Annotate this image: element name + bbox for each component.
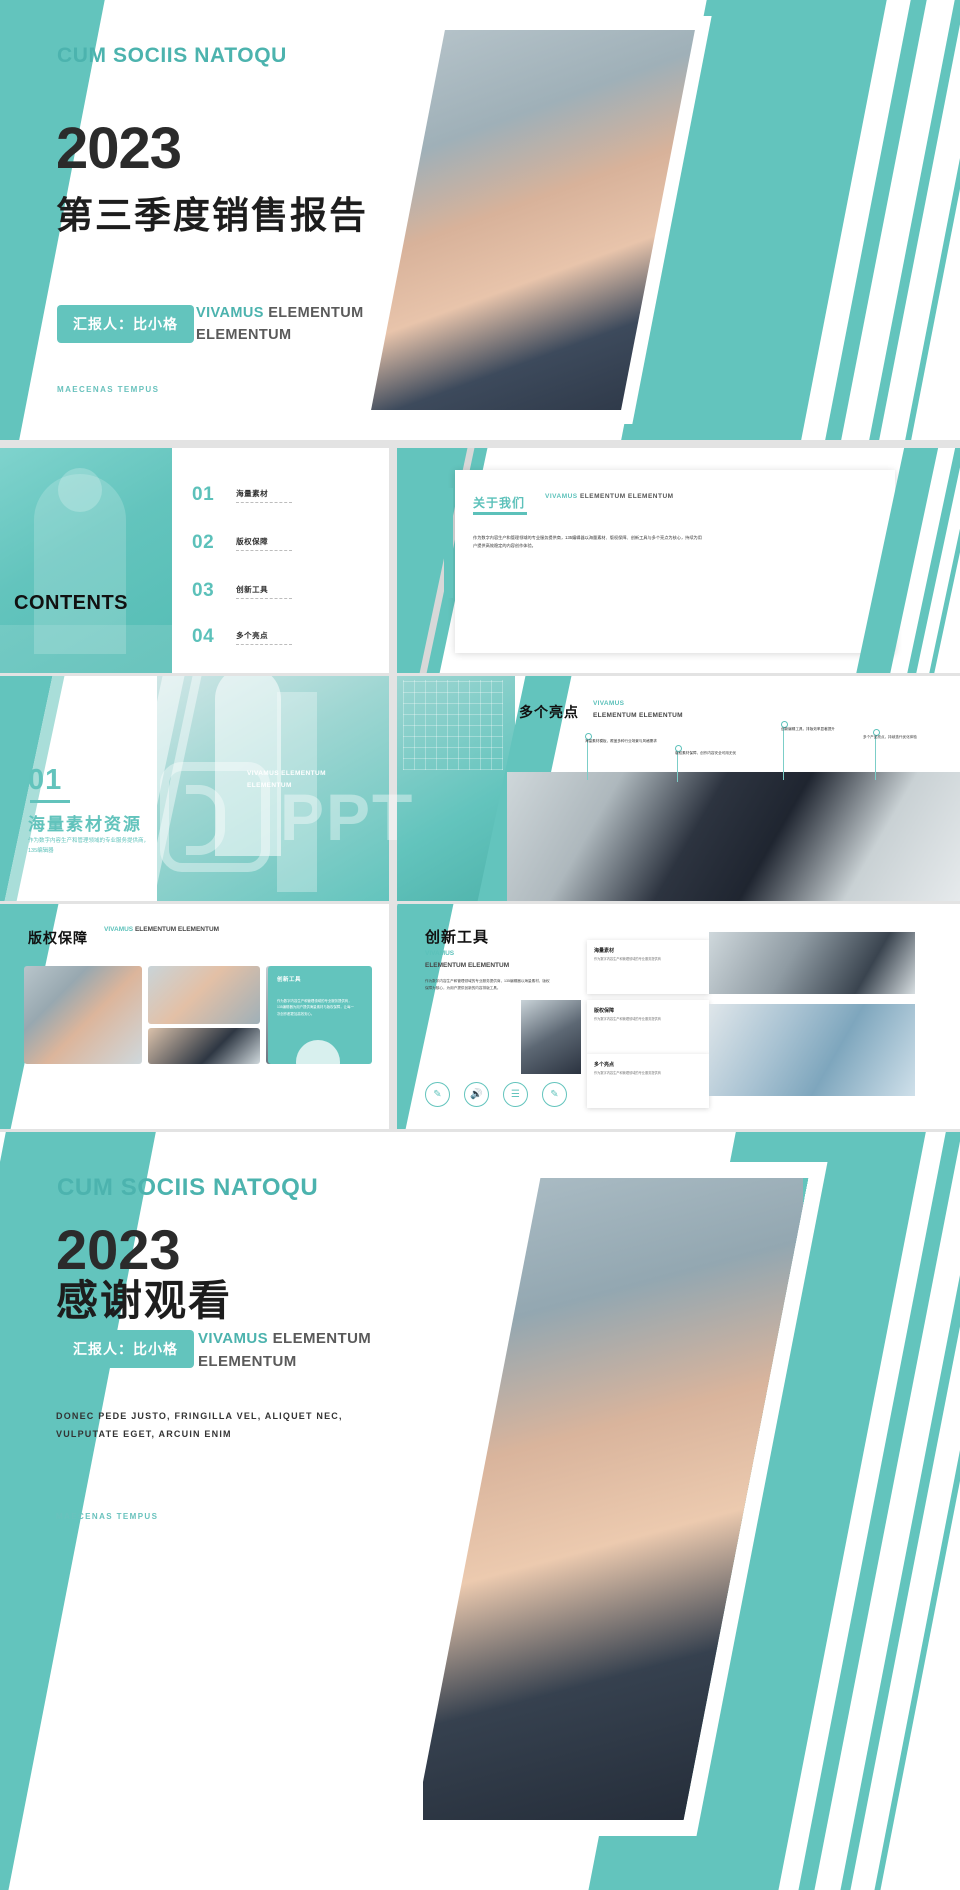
contents-photo	[0, 448, 172, 673]
slide-tools[interactable]: 创新工具 VIVAMUS ELEMENTUM ELEMENTUM 作为数字内容生产…	[397, 904, 960, 1129]
copyright-photo-1	[24, 966, 142, 1064]
cover-title: 第三季度销售报告	[56, 195, 368, 236]
thanks-year: 2023	[56, 1218, 181, 1281]
copyright-latin-lead: VIVAMUS	[104, 926, 134, 933]
slide-section-01[interactable]: 01 海量素材资源 作为数字内容生产和管理领域的专业服务提供商，135编辑器 V…	[0, 676, 389, 901]
ppt-template-preview: CUM SOCIIS NATOQU 2023 第三季度销售报告 汇报人：比小格 …	[0, 0, 960, 1890]
copyright-latin-rest: ELEMENTUM ELEMENTUM	[133, 926, 220, 933]
about-title: 关于我们	[473, 496, 526, 510]
cover-year: 2023	[56, 116, 182, 181]
highlights-caption: 海量素材模板，覆盖多种行业场景与风格需求	[585, 739, 657, 743]
tools-card-2[interactable]: 版权保障 作为数字内容生产和管理领域的专业服务提供商	[587, 1000, 709, 1054]
contents-heading: CONTENTS	[14, 592, 128, 614]
tools-card-body: 作为数字内容生产和管理领域的专业服务提供商	[594, 957, 661, 961]
thanks-footer: MAECENAS TEMPUS	[56, 1512, 159, 1521]
cover-presenter-badge: 汇报人：比小格	[57, 305, 194, 343]
contents-item-number: 01	[192, 484, 215, 505]
section-desc: 作为数字内容生产和管理领域的专业服务提供商，135编辑器	[28, 838, 150, 855]
contents-item-label: 海量素材	[236, 488, 293, 503]
contents-item-number: 03	[192, 580, 215, 601]
contents-item-4[interactable]: 04 多个亮点	[192, 626, 293, 648]
about-latin-lead: VIVAMUS	[545, 493, 578, 500]
contents-item-label: 创新工具	[236, 584, 293, 599]
cover-eyebrow: CUM SOCIIS NATOQU	[57, 44, 287, 67]
thanks-presenter-badge: 汇报人：比小格	[57, 1330, 194, 1368]
edit-square-icon[interactable]: ✎	[542, 1082, 567, 1107]
contents-item-3[interactable]: 03 创新工具	[192, 580, 293, 602]
tools-photo-3	[709, 1004, 915, 1096]
highlights-caption: 创新编辑工具，排版效率显著提升	[781, 727, 835, 731]
about-title-underline	[473, 512, 527, 515]
about-latin-rest: ELEMENTUM ELEMENTUM	[577, 493, 674, 500]
tools-latin-line: VIVAMUS ELEMENTUM ELEMENTUM	[425, 948, 585, 971]
contents-item-number: 04	[192, 626, 215, 647]
contents-item-number: 02	[192, 532, 215, 553]
thanks-title: 感谢观看	[56, 1277, 233, 1324]
contents-item-label: 版权保障	[236, 536, 293, 551]
copyright-title: 版权保障	[28, 930, 88, 946]
thanks-latin-lead: VIVAMUS	[198, 1330, 269, 1347]
copyright-photo-2	[148, 966, 260, 1024]
slide-thanks[interactable]: CUM SOCIIS NATOQU 2023 感谢观看 汇报人：比小格 VIVA…	[0, 1132, 960, 1890]
copyright-card-circle	[296, 1040, 340, 1064]
tools-card-3[interactable]: 多个亮点 作为数字内容生产和管理领域的专业服务提供商	[587, 1054, 709, 1108]
about-accent-bar	[444, 488, 453, 598]
copyright-card-title: 创新工具	[277, 977, 302, 983]
tools-card-heading: 海量素材	[594, 948, 615, 954]
slide-highlights[interactable]: 多个亮点 VIVAMUS ELEMENTUM ELEMENTUM 海量素材模板，覆…	[397, 676, 960, 901]
copyright-card-body: 作为数字内容生产和管理领域的专业服务提供商，135编辑器为用户提供海量素材与版权…	[277, 999, 354, 1016]
tools-icon-row: ✎ 🔊 ☰ ✎	[425, 1082, 567, 1107]
tools-title: 创新工具	[425, 929, 490, 946]
section-number: 01	[28, 764, 63, 796]
copyright-photo-3	[148, 1028, 260, 1064]
cover-latin-lead: VIVAMUS	[196, 305, 264, 321]
tools-latin-rest: ELEMENTUM ELEMENTUM	[425, 961, 510, 969]
list-icon[interactable]: ☰	[503, 1082, 528, 1107]
tools-card-heading: 版权保障	[594, 1008, 615, 1014]
tools-paragraph: 作为数字内容生产和管理领域的专业服务提供商，135编辑器以海量素材、版权保障为核…	[425, 979, 550, 990]
copyright-info-card: 创新工具 作为数字内容生产和管理领域的专业服务提供商，135编辑器为用户提供海量…	[268, 966, 372, 1064]
highlights-latin-rest: ELEMENTUM ELEMENTUM	[593, 712, 683, 720]
copyright-latin-line: VIVAMUS ELEMENTUM ELEMENTUM	[104, 924, 254, 936]
tools-card-1[interactable]: 海量素材 作为数字内容生产和管理领域的专业服务提供商	[587, 940, 709, 994]
slide-cover[interactable]: CUM SOCIIS NATOQU 2023 第三季度销售报告 汇报人：比小格 …	[0, 0, 960, 440]
highlights-caption: 多个产品亮点，持续迭代优化体验	[863, 735, 917, 739]
slide-contents[interactable]: CONTENTS 01 海量素材 02 版权保障 03 创新工具 04 多个亮点	[0, 448, 389, 673]
tools-latin-lead: VIVAMUS	[425, 950, 455, 957]
cover-latin-line: VIVAMUS ELEMENTUM ELEMENTUM	[196, 303, 396, 347]
highlights-title: 多个亮点	[519, 704, 579, 720]
tools-card-heading: 多个亮点	[594, 1062, 615, 1068]
thanks-latin-line: VIVAMUS ELEMENTUM ELEMENTUM	[198, 1328, 408, 1373]
contents-item-2[interactable]: 02 版权保障	[192, 532, 293, 554]
highlights-photo-meeting	[507, 772, 960, 901]
highlights-latin-lead: VIVAMUS	[593, 700, 625, 707]
highlights-latin-line: VIVAMUS ELEMENTUM ELEMENTUM	[593, 698, 763, 723]
contents-item-1[interactable]: 01 海量素材	[192, 484, 293, 506]
thanks-eyebrow: CUM SOCIIS NATOQU	[57, 1174, 319, 1201]
about-body: 作为数字内容生产和管理领域的专业服务提供商，135编辑器以海量素材、版权保障、创…	[473, 535, 702, 548]
megaphone-icon[interactable]: 🔊	[464, 1082, 489, 1107]
tools-card-body: 作为数字内容生产和管理领域的专业服务提供商	[594, 1017, 661, 1021]
contents-item-label: 多个亮点	[236, 630, 293, 645]
section-number-underline	[30, 800, 70, 803]
highlights-caption: 版权素材保障，创作内容安全可用无忧	[675, 751, 737, 755]
section-title: 海量素材资源	[28, 815, 142, 834]
tools-card-body: 作为数字内容生产和管理领域的专业服务提供商	[594, 1071, 661, 1075]
slide-copyright[interactable]: 版权保障 VIVAMUS ELEMENTUM ELEMENTUM 创新工具 作为…	[0, 904, 389, 1129]
about-latin-line: VIVAMUS ELEMENTUM ELEMENTUM	[545, 491, 725, 503]
tools-photo-2	[521, 1000, 581, 1074]
tools-photo-1	[709, 932, 915, 994]
section-latin: VIVAMUS ELEMENTUM ELEMENTUM	[247, 770, 326, 790]
pencil-icon[interactable]: ✎	[425, 1082, 450, 1107]
slide-about[interactable]: 关于我们 VIVAMUS ELEMENTUM ELEMENTUM 作为数字内容生…	[397, 448, 960, 673]
cover-footer: MAECENAS TEMPUS	[57, 385, 160, 394]
thanks-body: DONEC PEDE JUSTO, FRINGILLA VEL, ALIQUET…	[56, 1411, 343, 1439]
